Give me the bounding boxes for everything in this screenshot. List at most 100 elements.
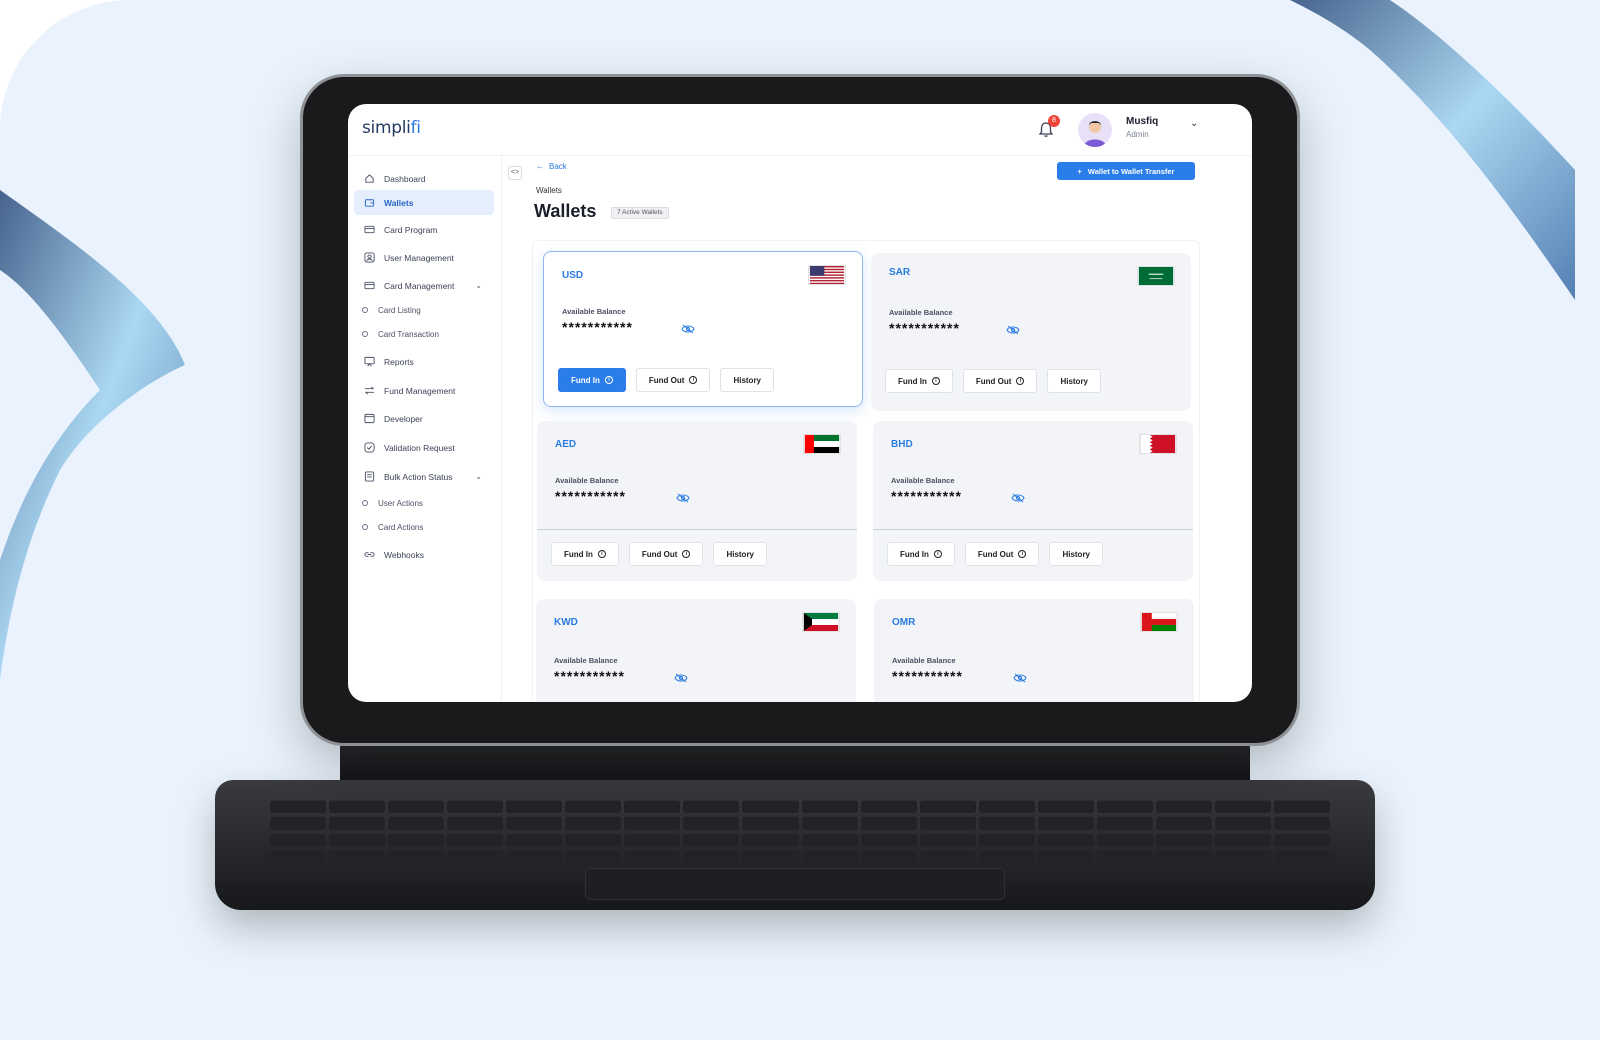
chevron-down-icon[interactable]: ⌄: [1190, 118, 1198, 129]
sidebar-item-label: Dashboard: [384, 173, 426, 184]
bh-flag-icon: [1139, 434, 1177, 454]
fund-in-button[interactable]: Fund In i: [558, 368, 626, 392]
sidebar-subitem-card-transaction[interactable]: Card Transaction: [362, 325, 439, 343]
balance-label: Available Balance: [555, 476, 619, 485]
eye-off-icon[interactable]: [674, 673, 688, 683]
fund-in-button[interactable]: Fund In i: [885, 369, 953, 393]
history-button[interactable]: History: [720, 368, 774, 392]
sidebar-item-wallets[interactable]: Wallets: [354, 190, 494, 215]
history-button[interactable]: History: [1049, 542, 1103, 566]
wallet-card-sar[interactable]: SAR Available Balance *********** Fund I…: [871, 253, 1191, 411]
breadcrumb[interactable]: Wallets: [536, 186, 562, 195]
wallet-card-bhd[interactable]: BHD Available Balance *********** Fund I…: [873, 421, 1193, 581]
eye-off-icon[interactable]: [1011, 493, 1025, 503]
page-title: Wallets: [534, 201, 597, 221]
sidebar-item-card-management[interactable]: Card Management ⌄: [354, 273, 494, 298]
app-logo[interactable]: simplifi: [362, 118, 421, 138]
sidebar-item-label: Card Management: [384, 280, 455, 291]
fund-in-label: Fund In: [564, 549, 593, 559]
sidebar-item-label: Card Transaction: [378, 329, 439, 339]
logo-text: simpli: [362, 118, 411, 138]
wallet-card-kwd[interactable]: KWD Available Balance ***********: [536, 599, 856, 702]
sidebar-item-label: Developer: [384, 413, 423, 424]
logo-accent: fi: [410, 118, 421, 138]
card-icon: [364, 225, 375, 234]
eye-off-icon[interactable]: [1006, 325, 1020, 335]
history-label: History: [733, 375, 761, 385]
active-wallets-badge: 7 Active Wallets: [611, 207, 669, 219]
fund-out-label: Fund Out: [977, 549, 1014, 559]
balance-label: Available Balance: [554, 656, 618, 665]
sidebar-item-label: Card Listing: [378, 305, 421, 315]
sidebar-subitem-card-listing[interactable]: Card Listing: [362, 301, 421, 319]
sidebar-item-reports[interactable]: Reports: [354, 349, 494, 374]
card-icon: [364, 281, 375, 290]
info-icon: i: [682, 550, 691, 558]
fund-out-label: Fund Out: [648, 375, 685, 385]
fund-in-button[interactable]: Fund In i: [887, 542, 955, 566]
kw-flag-icon: [802, 612, 840, 632]
circle-icon: [362, 500, 368, 506]
link-icon: [364, 552, 375, 557]
eye-off-icon[interactable]: [681, 324, 695, 334]
balance-value: ***********: [892, 668, 963, 684]
sidebar-item-bulk-action-status[interactable]: Bulk Action Status ⌄: [354, 464, 494, 489]
info-icon: i: [933, 550, 942, 558]
sidebar-item-dashboard[interactable]: Dashboard: [354, 166, 494, 191]
app-screen: simplifi 8 Musfiq Admin ⌄ Dashboard Wall…: [348, 104, 1252, 702]
wallet-card-usd[interactable]: USD Available Balance *********** Fund I…: [543, 251, 863, 407]
fund-out-button[interactable]: Fund Out i: [635, 368, 711, 392]
info-icon: i: [597, 550, 606, 558]
circle-icon: [362, 331, 368, 337]
fund-out-button[interactable]: Fund Out i: [964, 542, 1040, 566]
report-icon: [364, 356, 375, 367]
balance-label: Available Balance: [891, 476, 955, 485]
sidebar-item-validation-request[interactable]: Validation Request: [354, 435, 494, 460]
sidebar-item-label: Bulk Action Status: [384, 471, 453, 482]
fund-out-button[interactable]: Fund Out i: [962, 369, 1038, 393]
balance-label: Available Balance: [889, 308, 953, 317]
wallet-card-aed[interactable]: AED Available Balance *********** Fund I…: [537, 421, 857, 581]
user-name[interactable]: Musfiq: [1126, 116, 1158, 127]
avatar[interactable]: [1078, 113, 1112, 147]
fund-in-label: Fund In: [900, 549, 929, 559]
info-icon: i: [604, 376, 613, 384]
fund-in-button[interactable]: Fund In i: [551, 542, 619, 566]
wallet-card-omr[interactable]: OMR Available Balance ***********: [874, 599, 1194, 702]
back-link[interactable]: ← Back: [536, 162, 567, 171]
wallet-transfer-label: Wallet to Wallet Transfer: [1087, 166, 1175, 176]
collapse-sidebar-button[interactable]: <>: [508, 166, 522, 180]
currency-code: SAR: [889, 267, 911, 278]
us-flag-icon: [808, 265, 846, 285]
history-button[interactable]: History: [713, 542, 767, 566]
sidebar-item-label: User Management: [384, 252, 454, 263]
sidebar-item-fund-management[interactable]: Fund Management: [354, 378, 494, 403]
sidebar-item-webhooks[interactable]: Webhooks: [354, 542, 494, 567]
sidebar-subitem-user-actions[interactable]: User Actions: [362, 494, 423, 512]
eye-off-icon[interactable]: [676, 493, 690, 503]
sidebar-item-developer[interactable]: Developer: [354, 406, 494, 431]
circle-icon: [362, 307, 368, 313]
sidebar-item-user-management[interactable]: User Management: [354, 245, 494, 270]
info-icon: i: [931, 377, 940, 385]
eye-off-icon[interactable]: [1013, 673, 1027, 683]
sidebar-subitem-card-actions[interactable]: Card Actions: [362, 518, 423, 536]
fund-in-label: Fund In: [898, 376, 927, 386]
sidebar-item-card-program[interactable]: Card Program: [354, 217, 494, 242]
top-header: simplifi 8 Musfiq Admin ⌄: [348, 104, 1252, 156]
currency-code: KWD: [554, 617, 578, 628]
home-icon: [365, 174, 374, 183]
back-label: Back: [549, 162, 567, 171]
balance-value: ***********: [891, 488, 962, 504]
doc-icon: [364, 471, 375, 482]
sa-flag-icon: [1137, 266, 1175, 286]
info-icon: i: [689, 376, 698, 384]
sidebar-item-label: Validation Request: [384, 442, 455, 453]
wallet-transfer-button[interactable]: + Wallet to Wallet Transfer: [1057, 162, 1195, 180]
history-button[interactable]: History: [1047, 369, 1101, 393]
currency-code: OMR: [892, 617, 916, 628]
sidebar-item-label: Card Actions: [378, 522, 424, 532]
fund-out-button[interactable]: Fund Out i: [628, 542, 704, 566]
fund-out-label: Fund Out: [641, 549, 678, 559]
sidebar-item-label: Wallets: [384, 197, 414, 208]
